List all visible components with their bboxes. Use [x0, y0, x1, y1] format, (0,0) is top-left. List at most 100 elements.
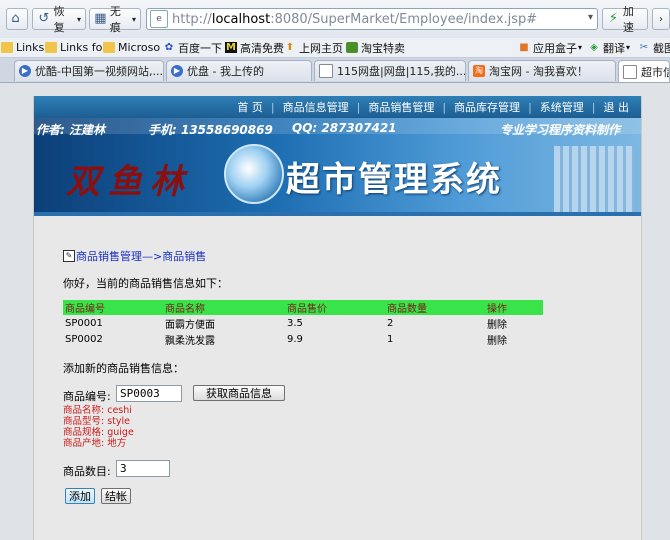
cell-product-name: 飘柔洗发露	[165, 335, 215, 347]
restore-label: 恢复	[53, 5, 65, 34]
col-quantity: 商品数量	[385, 300, 485, 315]
bookmark-links-for[interactable]: Links fo	[45, 40, 102, 55]
product-id-input[interactable]	[116, 385, 182, 402]
tab-strip: ▶ 优酷-中国第一视频网站,... ▶ 优盘 - 我上传的 115网盘|网盘|1…	[0, 58, 670, 83]
bookmarks-bar: Links Links fo Microso ✿ 百度一下 M 高清免费 ⬆ 上网主页…	[0, 38, 670, 58]
bookmark-homepage[interactable]: ⬆ 上网主页	[284, 40, 343, 55]
restore-icon: ↺	[38, 11, 50, 26]
nav-system[interactable]: 系统管理	[532, 99, 592, 115]
url-path: :8080/SuperMarket/Employee/index.jsp#	[270, 11, 538, 27]
address-bar[interactable]: e http://localhost:8080/SuperMarket/Empl…	[146, 8, 598, 30]
greeting-text: 你好，当前的商品销售信息如下：	[63, 277, 228, 290]
folder-icon	[103, 42, 115, 53]
bookmark-hd[interactable]: M 高清免费	[225, 40, 284, 55]
cell-price: 9.9	[287, 333, 303, 345]
banner-qq: QQ: 287307421	[292, 121, 397, 135]
nav-product-sales[interactable]: 商品销售管理	[360, 99, 442, 115]
col-price: 商品售价	[285, 300, 385, 315]
fetch-product-button[interactable]: 获取商品信息	[193, 385, 285, 401]
quantity-input[interactable]	[116, 460, 170, 477]
paw-icon: ✿	[164, 42, 174, 53]
delete-link[interactable]: 删除	[485, 331, 543, 347]
tab-youku[interactable]: ▶ 优酷-中国第一视频网站,...	[14, 60, 164, 81]
chevron-right-icon: ›	[659, 13, 663, 25]
banner-author: 作者: 汪建林	[36, 123, 105, 137]
m-logo-icon: M	[225, 42, 237, 53]
url-scheme: http://	[172, 11, 212, 27]
orb-logo-icon	[224, 144, 284, 204]
add-section-title: 添加新的商品销售信息：	[63, 362, 184, 375]
translate-icon: ◈	[590, 42, 598, 53]
cell-product-id: SP0002	[65, 333, 103, 345]
folder-icon	[1, 42, 13, 53]
breadcrumb: ✎ 商品销售管理—>商品销售	[63, 248, 206, 264]
add-button[interactable]: 添加	[65, 488, 95, 504]
page-viewport: 首 页 | 商品信息管理 | 商品销售管理 | 商品库存管理 | 系统管理 | …	[0, 83, 670, 540]
accelerate-button[interactable]: ⚡ 加速	[602, 5, 648, 34]
chevron-down-icon[interactable]: ▾	[588, 12, 593, 23]
nav-product-info[interactable]: 商品信息管理	[275, 99, 357, 115]
table-row: SP0001 面霸方便面 3.5 2 删除	[63, 315, 543, 331]
logo-name: 双鱼林	[66, 162, 192, 202]
page-icon: e	[150, 10, 168, 28]
site-banner: 作者: 汪建林 手机: 13558690869 QQ: 287307421 专业…	[34, 118, 641, 212]
quantity-label: 商品数目:	[63, 465, 111, 478]
bookmark-links[interactable]: Links	[1, 40, 44, 55]
logo-title: 超市管理系统	[286, 160, 502, 200]
sales-table: 商品编号 商品名称 商品售价 商品数量 操作 SP0001 面霸方便面 3.5 …	[63, 300, 543, 347]
bookmark-translate[interactable]: ◈ 翻译 ▾	[588, 40, 630, 55]
bookmark-taobao-sale[interactable]: 淘宝特卖	[346, 40, 405, 55]
tab-115[interactable]: 115网盘|网盘|115,我的...	[314, 60, 466, 81]
url-host: localhost	[211, 11, 271, 27]
top-nav: 首 页 | 商品信息管理 | 商品销售管理 | 商品库存管理 | 系统管理 | …	[34, 96, 641, 118]
tab-supermarket[interactable]: 超市信息	[618, 60, 670, 82]
table-header-row: 商品编号 商品名称 商品售价 商品数量 操作	[63, 300, 543, 315]
breadcrumb-text[interactable]: 商品销售管理—>商品销售	[76, 248, 206, 264]
table-row: SP0002 飘柔洗发露 9.9 1 删除	[63, 331, 543, 347]
page-icon	[319, 64, 333, 78]
tab-youpan[interactable]: ▶ 优盘 - 我上传的	[166, 60, 312, 81]
col-product-name: 商品名称	[163, 300, 285, 315]
bookmark-microsoft[interactable]: Microso	[103, 40, 160, 55]
incognito-label: 无痕	[109, 5, 121, 34]
restore-button[interactable]: ↺ 恢复 ▾	[32, 5, 86, 34]
nav-home[interactable]: 首 页	[229, 99, 271, 115]
banner-slogan: 专业学习程序资料制作	[500, 123, 621, 137]
cell-quantity: 1	[387, 333, 394, 345]
col-action: 操作	[485, 300, 543, 315]
play-icon: ▶	[171, 65, 183, 77]
chevron-down-icon: ▾	[131, 14, 136, 24]
info-product-origin: 商品产地: 地方	[63, 438, 127, 449]
menu-chevron-button[interactable]: ›	[652, 8, 670, 30]
taobao-icon: 淘	[473, 65, 485, 77]
tab-taobao[interactable]: 淘 淘宝网 - 淘我喜欢！	[468, 60, 616, 81]
folder-icon	[45, 42, 57, 53]
bookmark-screenshot[interactable]: ✂ 截图	[638, 40, 670, 55]
browser-toolbar: ⌂ ↺ 恢复 ▾ ▦ 无痕 ▾ e http://localhost:8080/…	[0, 0, 670, 39]
banner-phone: 手机: 13558690869	[148, 123, 273, 137]
lightning-icon: ⚡	[608, 11, 618, 26]
bookmark-app-box[interactable]: ■ 应用盒子 ▾	[518, 40, 582, 55]
page-icon	[623, 64, 637, 79]
chevron-down-icon: ▾	[626, 43, 631, 52]
grid-icon: ▦	[94, 11, 107, 26]
chevron-down-icon: ▾	[578, 43, 583, 52]
home-icon: ⌂	[11, 11, 20, 26]
cell-product-id: SP0001	[65, 317, 103, 329]
nav-product-stock[interactable]: 商品库存管理	[446, 99, 528, 115]
scissors-icon: ✂	[639, 42, 649, 53]
cell-product-name: 面霸方便面	[165, 319, 215, 331]
nav-logout[interactable]: 退 出	[596, 99, 642, 115]
buildings-graphic	[554, 146, 634, 212]
delete-link[interactable]: 删除	[485, 315, 543, 331]
chevron-down-icon: ▾	[76, 14, 81, 24]
checkout-button[interactable]: 结帐	[101, 488, 131, 504]
incognito-button[interactable]: ▦ 无痕 ▾	[89, 5, 141, 34]
page-icon	[346, 42, 358, 53]
arrow-up-icon: ⬆	[285, 42, 295, 53]
play-icon: ▶	[19, 65, 31, 77]
cell-quantity: 2	[387, 317, 394, 329]
accelerate-label: 加速	[622, 5, 634, 34]
bookmark-baidu[interactable]: ✿ 百度一下	[163, 40, 222, 55]
home-button[interactable]: ⌂	[6, 8, 28, 30]
